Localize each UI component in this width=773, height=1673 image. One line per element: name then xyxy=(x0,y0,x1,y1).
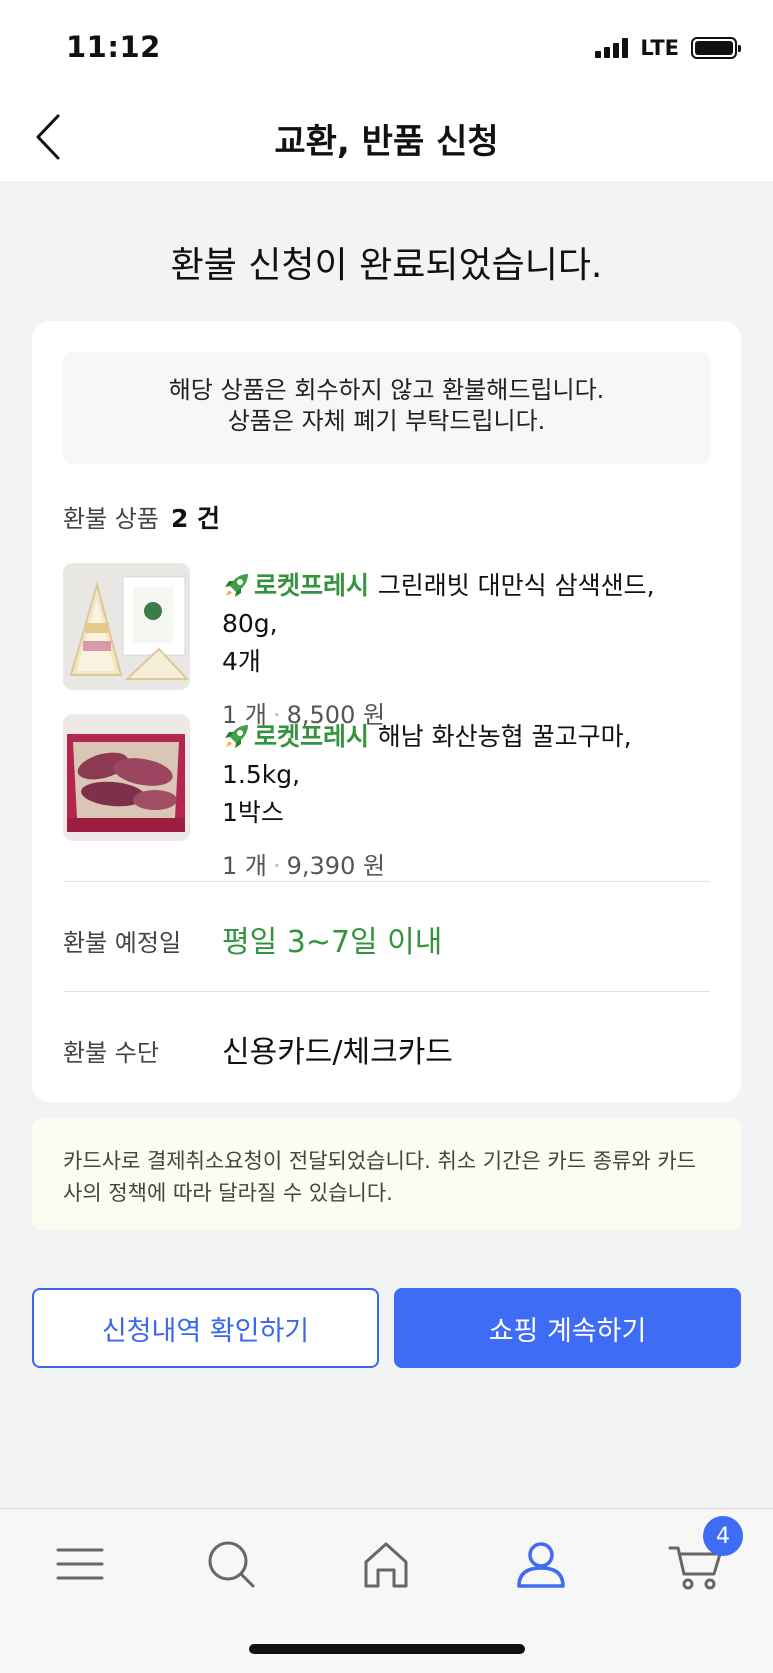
product-name: 로켓프레시 해남 화산농협 꿀고구마, 1.5kg, 1박스 xyxy=(222,718,710,832)
product-name: 로켓프레시 그린래빗 대만식 삼색샌드, 80g, 4개 xyxy=(222,567,710,681)
disposal-notice: 해당 상품은 회수하지 않고 환불해드립니다. 상품은 자체 폐기 부탁드립니다… xyxy=(63,352,710,464)
disposal-notice-line1: 해당 상품은 회수하지 않고 환불해드립니다. xyxy=(168,376,605,404)
divider xyxy=(63,991,710,992)
card-cancel-notice-line1: 카드사로 결제취소요청이 전달되었습니다. 취소 기간은 카드 종류와 카드 xyxy=(63,1149,696,1173)
view-history-button[interactable]: 신청내역 확인하기 xyxy=(32,1288,379,1368)
product-info: 로켓프레시 해남 화산농협 꿀고구마, 1.5kg, 1박스 1 개 · 9,390… xyxy=(222,718,710,881)
disposal-notice-line2: 상품은 자체 폐기 부탁드립니다. xyxy=(227,407,546,435)
refund-date-value: 평일 3~7일 이내 xyxy=(222,925,443,960)
refund-items-count: 환불 상품 2 건 xyxy=(63,499,220,535)
signal-icon xyxy=(595,38,629,58)
refund-method-value: 신용카드/체크카드 xyxy=(222,1035,453,1070)
header: 교환, 반품 신청 xyxy=(0,92,773,181)
continue-shopping-button[interactable]: 쇼핑 계속하기 xyxy=(394,1288,741,1368)
rocket-icon xyxy=(225,574,248,597)
home-icon xyxy=(364,1542,408,1588)
menu-icon xyxy=(56,1548,104,1580)
tab-menu[interactable] xyxy=(50,1534,110,1594)
product-quantity: 1 개 xyxy=(222,852,267,880)
divider xyxy=(63,881,710,882)
network-label: LTE xyxy=(640,36,679,60)
product-name-text-2: 1박스 xyxy=(222,798,284,827)
refund-items-label: 환불 상품 xyxy=(63,505,159,533)
user-icon xyxy=(517,1542,565,1588)
product-item[interactable]: 로켓프레시 그린래빗 대만식 삼색샌드, 80g, 4개 1 개 · 8,500 원 xyxy=(63,563,710,729)
rocket-fresh-label: 로켓프레시 xyxy=(254,571,370,600)
home-indicator xyxy=(249,1644,525,1654)
refund-method-label: 환불 수단 xyxy=(63,1039,159,1067)
refund-items-number: 2 건 xyxy=(170,504,221,533)
rocket-fresh-badge: 로켓프레시 xyxy=(222,571,378,600)
product-item[interactable]: 로켓프레시 해남 화산농협 꿀고구마, 1.5kg, 1박스 1 개 · 9,390… xyxy=(63,714,710,880)
separator-dot: · xyxy=(272,852,281,880)
product-thumbnail-sweet-potato xyxy=(63,714,190,841)
tab-search[interactable] xyxy=(201,1534,261,1594)
battery-icon xyxy=(691,37,741,59)
refund-date-label: 환불 예정일 xyxy=(63,929,182,957)
product-price: 9,390 원 xyxy=(286,852,386,880)
rocket-icon xyxy=(225,725,248,748)
status-indicators: LTE xyxy=(595,36,741,60)
card-cancel-notice: 카드사로 결제취소요청이 전달되었습니다. 취소 기간은 카드 종류와 카드 사… xyxy=(32,1118,741,1230)
completion-headline: 환불 신청이 완료되었습니다. xyxy=(170,245,603,286)
product-info: 로켓프레시 그린래빗 대만식 삼색샌드, 80g, 4개 1 개 · 8,500 원 xyxy=(222,567,710,730)
tab-home[interactable] xyxy=(356,1534,416,1594)
product-meta: 1 개 · 9,390 원 xyxy=(222,846,710,881)
refund-summary-card: 해당 상품은 회수하지 않고 환불해드립니다. 상품은 자체 폐기 부탁드립니다… xyxy=(32,321,741,1102)
search-icon xyxy=(208,1541,255,1588)
tab-my-account[interactable] xyxy=(511,1534,571,1594)
product-name-text-2: 4개 xyxy=(222,647,261,676)
rocket-fresh-label: 로켓프레시 xyxy=(254,722,370,751)
product-thumbnail-sandwich xyxy=(63,563,190,690)
status-bar: 11:12 LTE xyxy=(0,0,773,92)
status-time: 11:12 xyxy=(66,30,161,64)
card-cancel-notice-line2: 사의 정책에 따라 달라질 수 있습니다. xyxy=(63,1181,393,1205)
page-title: 교환, 반품 신청 xyxy=(274,122,499,162)
cart-count-badge: 4 xyxy=(703,1516,743,1556)
rocket-fresh-badge: 로켓프레시 xyxy=(222,722,378,751)
